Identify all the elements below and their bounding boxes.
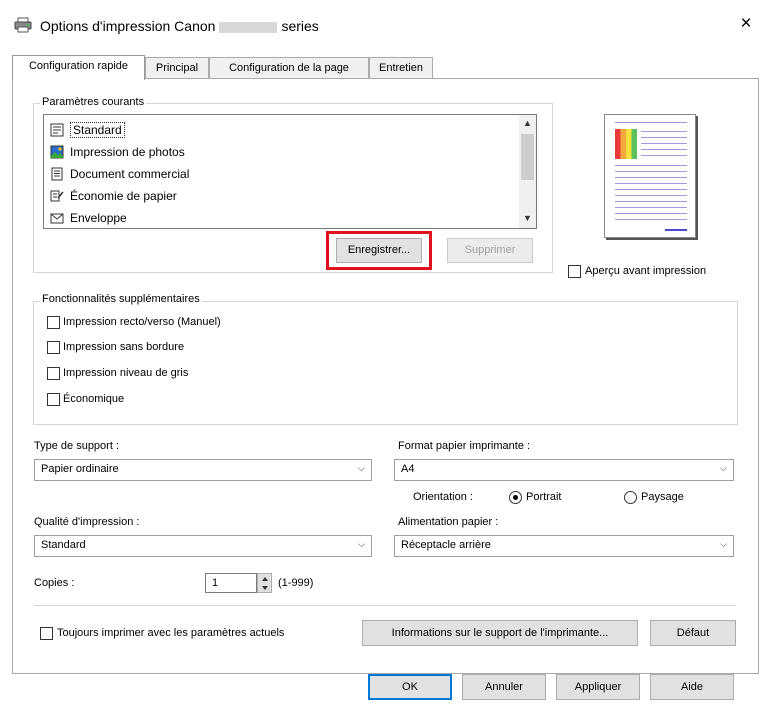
economy-label: Économique <box>63 393 125 405</box>
preview-footer-mark <box>665 229 687 231</box>
default-button[interactable]: Défaut <box>650 620 736 646</box>
tab-maintenance[interactable]: Entretien <box>369 57 433 79</box>
photo-icon <box>50 145 64 159</box>
document-standard-icon <box>50 123 64 137</box>
list-item[interactable]: Enveloppe <box>46 208 516 228</box>
preview-line <box>641 137 687 138</box>
preview-line <box>641 155 687 156</box>
preview-line <box>615 165 687 166</box>
print-quality-label: Qualité d'impression : <box>34 516 140 528</box>
redacted-model-name <box>219 21 278 33</box>
copies-range: (1-999) <box>278 577 314 589</box>
chevron-down-icon: ⌵ <box>720 539 727 549</box>
media-type-select[interactable]: Papier ordinaire ⌵ <box>34 459 372 481</box>
economy-checkbox[interactable] <box>47 393 60 406</box>
business-document-icon <box>51 167 63 181</box>
preview-line <box>615 189 687 190</box>
apply-button[interactable]: Appliquer <box>556 674 640 700</box>
landscape-radio[interactable] <box>624 491 637 504</box>
list-scrollbar[interactable]: ▲ ▼ <box>519 115 536 228</box>
preview-color-block <box>615 129 637 159</box>
close-button[interactable]: × <box>733 12 759 38</box>
scroll-thumb[interactable] <box>521 134 534 180</box>
preview-line <box>615 171 687 172</box>
portrait-radio[interactable] <box>509 491 522 504</box>
printer-media-info-button[interactable]: Informations sur le support de l'imprima… <box>362 620 638 646</box>
printer-icon <box>14 17 32 33</box>
page-preview <box>604 114 696 238</box>
paper-saving-icon <box>50 190 64 202</box>
print-quality-select[interactable]: Standard ⌵ <box>34 535 372 557</box>
list-item[interactable]: Impression de photos <box>46 142 516 162</box>
preview-checkbox[interactable] <box>568 265 581 278</box>
tab-main[interactable]: Principal <box>145 57 209 79</box>
orientation-label: Orientation : <box>413 491 473 503</box>
borderless-label: Impression sans bordure <box>63 341 185 353</box>
preview-line <box>615 201 687 202</box>
copies-stepper[interactable] <box>257 573 272 593</box>
preview-line <box>615 213 687 214</box>
additional-features-title: Fonctionnalités supplémentaires <box>40 293 202 305</box>
window-title: Options d'impression Canon series <box>40 18 319 34</box>
stepper-down-icon[interactable] <box>261 585 269 591</box>
duplex-label: Impression recto/verso (Manuel) <box>63 316 221 328</box>
landscape-label: Paysage <box>641 491 684 503</box>
grayscale-checkbox[interactable] <box>47 367 60 380</box>
grayscale-label: Impression niveau de gris <box>63 367 189 379</box>
ok-button[interactable]: OK <box>368 674 452 700</box>
chevron-down-icon: ⌵ <box>358 463 365 473</box>
help-button[interactable]: Aide <box>650 674 734 700</box>
envelope-icon <box>50 213 64 224</box>
copies-label: Copies : <box>34 577 75 589</box>
preview-line <box>615 219 687 220</box>
preview-line <box>641 131 687 132</box>
preview-line <box>615 195 687 196</box>
title-bar: Options d'impression Canon series × <box>0 0 771 48</box>
chevron-down-icon: ⌵ <box>720 463 727 473</box>
preview-line <box>641 143 687 144</box>
preview-line <box>615 177 687 178</box>
preview-line <box>641 149 687 150</box>
preview-checkbox-label: Aperçu avant impression <box>585 265 707 277</box>
scroll-up-arrow-icon[interactable]: ▲ <box>519 115 536 132</box>
preview-line <box>615 207 687 208</box>
media-type-label: Type de support : <box>34 440 119 452</box>
delete-button[interactable]: Supprimer <box>447 238 533 263</box>
scroll-down-arrow-icon[interactable]: ▼ <box>519 210 536 227</box>
paper-source-label: Alimentation papier : <box>398 516 499 528</box>
paper-source-select[interactable]: Réceptacle arrière ⌵ <box>394 535 734 557</box>
paper-size-label: Format papier imprimante : <box>398 440 531 452</box>
paper-size-select[interactable]: A4 ⌵ <box>394 459 734 481</box>
list-item[interactable]: Standard <box>46 120 516 140</box>
cancel-button[interactable]: Annuler <box>462 674 546 700</box>
current-settings-title: Paramètres courants <box>40 96 147 108</box>
duplex-checkbox[interactable] <box>47 316 60 329</box>
always-print-label: Toujours imprimer avec les paramètres ac… <box>57 627 285 639</box>
chevron-down-icon: ⌵ <box>358 539 365 549</box>
highlight-outline <box>326 231 432 270</box>
portrait-label: Portrait <box>526 491 562 503</box>
copies-input[interactable]: 1 <box>205 573 257 593</box>
preview-line <box>615 183 687 184</box>
preview-line <box>615 122 687 123</box>
current-settings-list[interactable]: Standard Impression de photos Document c… <box>43 114 537 229</box>
list-item[interactable]: Document commercial <box>46 164 516 184</box>
divider <box>34 605 736 606</box>
stepper-up-icon[interactable] <box>261 576 269 582</box>
list-item[interactable]: Économie de papier <box>46 186 516 206</box>
tab-quick-setup[interactable]: Configuration rapide <box>12 55 145 80</box>
always-print-checkbox[interactable] <box>40 627 53 640</box>
tab-page-setup[interactable]: Configuration de la page <box>209 57 369 79</box>
borderless-checkbox[interactable] <box>47 341 60 354</box>
